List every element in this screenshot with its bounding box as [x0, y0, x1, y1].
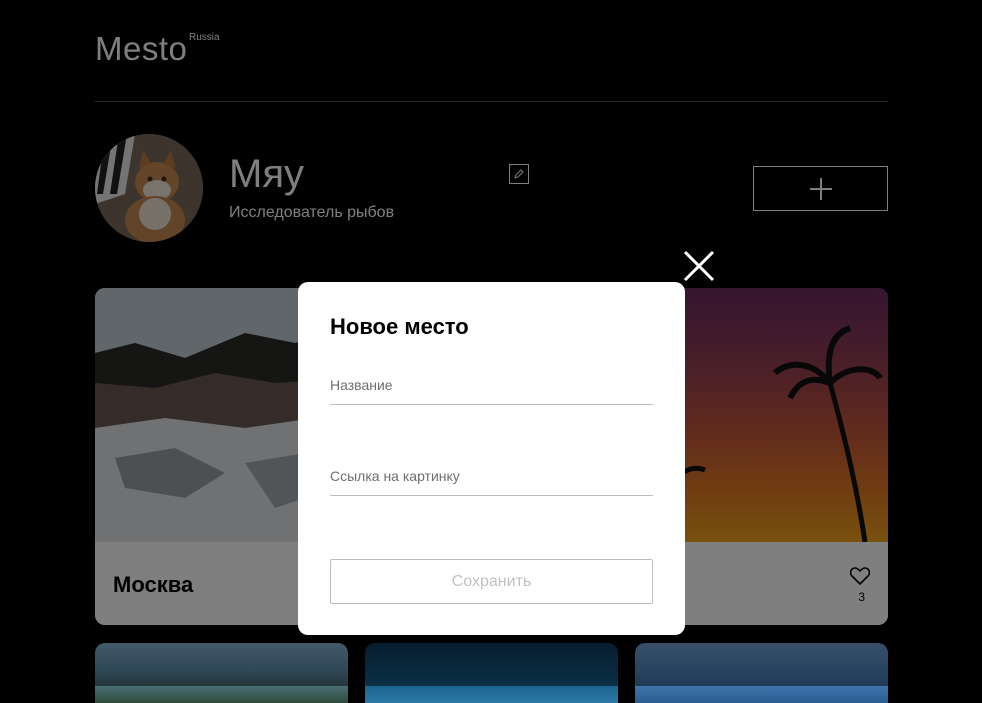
close-icon: [683, 250, 715, 282]
new-place-popup: Новое место Сохранить: [298, 282, 685, 635]
place-name-input[interactable]: [330, 375, 653, 405]
image-link-input[interactable]: [330, 466, 653, 496]
popup-title: Новое место: [330, 314, 469, 339]
save-button[interactable]: Сохранить: [330, 559, 653, 604]
close-popup-button[interactable]: [683, 250, 715, 282]
